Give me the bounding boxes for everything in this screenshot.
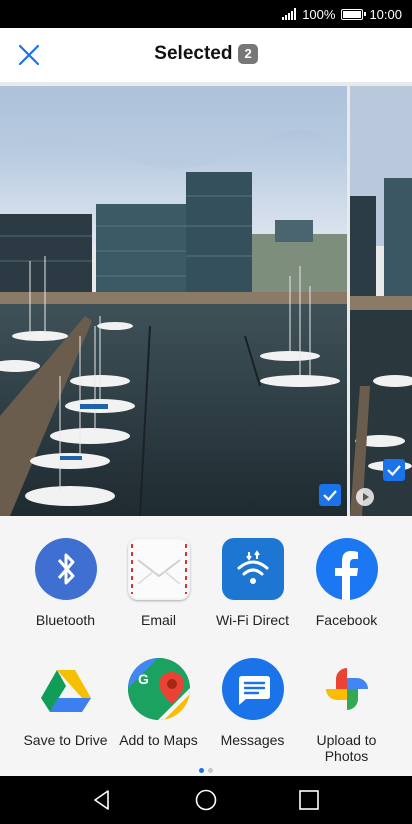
recents-icon bbox=[299, 790, 319, 810]
share-upload-to-photos[interactable]: Upload to Photos bbox=[295, 658, 398, 764]
share-label: Bluetooth bbox=[35, 612, 96, 628]
share-label: Save to Drive bbox=[23, 732, 108, 748]
share-label: Add to Maps bbox=[119, 732, 198, 748]
share-label: Wi-Fi Direct bbox=[215, 612, 290, 628]
recents-button[interactable] bbox=[297, 788, 321, 812]
share-bluetooth[interactable]: Bluetooth bbox=[14, 538, 117, 628]
checkmark-icon bbox=[387, 465, 401, 477]
google-drive-icon bbox=[35, 658, 97, 720]
share-email[interactable]: Email bbox=[107, 538, 210, 628]
share-label: Messages bbox=[220, 732, 285, 748]
bluetooth-icon bbox=[34, 538, 97, 600]
share-screen: Selected 2 Bluetooth Email Wi-Fi Direct … bbox=[0, 28, 412, 776]
back-icon bbox=[94, 790, 109, 810]
clock: 10:00 bbox=[369, 6, 402, 22]
share-add-to-maps[interactable]: G Add to Maps bbox=[107, 658, 210, 748]
share-label: Email bbox=[140, 612, 176, 628]
photo-1-selected-checkbox[interactable] bbox=[319, 484, 341, 506]
share-label: Upload to Photos bbox=[316, 732, 377, 764]
facebook-icon bbox=[315, 538, 378, 600]
signal-bars-icon bbox=[282, 8, 297, 20]
share-messages[interactable]: Messages bbox=[201, 658, 304, 748]
checkmark-icon bbox=[323, 490, 337, 502]
google-photos-icon bbox=[316, 658, 378, 720]
status-bar: 100% 10:00 bbox=[0, 0, 412, 28]
share-save-to-drive[interactable]: Save to Drive bbox=[14, 658, 117, 748]
svg-text:G: G bbox=[138, 671, 149, 687]
home-button[interactable] bbox=[194, 788, 218, 812]
page-indicator bbox=[0, 768, 412, 773]
harbour-photo-1[interactable] bbox=[0, 86, 347, 516]
share-facebook[interactable]: Facebook bbox=[295, 538, 398, 628]
title-group: Selected 2 bbox=[0, 43, 412, 65]
photo-preview-strip[interactable] bbox=[0, 82, 412, 516]
messages-icon bbox=[221, 658, 284, 720]
share-label: Facebook bbox=[315, 612, 378, 628]
wifi-direct-icon bbox=[221, 538, 284, 600]
motion-photo-icon bbox=[356, 488, 374, 506]
back-button[interactable] bbox=[90, 788, 114, 812]
status-indicators: 100% 10:00 bbox=[282, 6, 402, 22]
header: Selected 2 bbox=[0, 28, 412, 82]
harbour-photo-2[interactable] bbox=[350, 86, 412, 516]
battery-percent: 100% bbox=[302, 6, 336, 22]
system-navigation-bar bbox=[0, 776, 412, 824]
page-dot-2 bbox=[208, 768, 213, 773]
home-icon bbox=[195, 789, 217, 811]
google-maps-icon: G bbox=[127, 658, 190, 720]
photo-2-selected-checkbox[interactable] bbox=[383, 459, 405, 481]
share-target-grid: Bluetooth Email Wi-Fi Direct Facebook Sa… bbox=[0, 516, 412, 776]
page-title: Selected bbox=[154, 43, 233, 64]
share-wifi-direct[interactable]: Wi-Fi Direct bbox=[201, 538, 304, 628]
battery-full-icon bbox=[341, 8, 367, 20]
page-dot-1 bbox=[199, 768, 204, 773]
selected-count-badge: 2 bbox=[238, 44, 258, 64]
email-icon bbox=[127, 538, 190, 600]
